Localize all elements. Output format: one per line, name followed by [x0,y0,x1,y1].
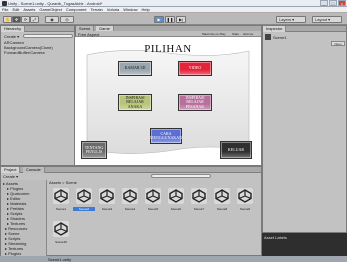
scene-asset-item[interactable]: Scene7 [188,188,210,214]
menu-item-component[interactable]: Component [64,7,89,12]
breadcrumb: Assets > Scene [49,180,77,185]
rotate-tool-button[interactable]: ⟳ [21,16,30,23]
unity-scene-icon [53,188,69,204]
layers-dropdown[interactable]: Layers ▾ [276,16,306,23]
menu-item-help[interactable]: Help [140,7,152,12]
menu-title: PILIHAN [144,43,192,55]
maximize-button[interactable]: □ [329,0,337,6]
unity-logo-icon [2,1,7,6]
play-icon: ▶ [157,17,161,22]
menu-item-vuforia[interactable]: Vuforia [105,7,122,12]
pivot-toggle-button[interactable]: ◉ [45,16,59,23]
asset-label: Scene3 [101,207,113,211]
asset-labels-panel: Asset Labels [262,233,347,256]
tab-console[interactable]: Console [23,167,45,173]
layout-dropdown[interactable]: Layout ▾ [312,16,342,23]
scene-asset-item[interactable]: Scene9 [234,188,256,214]
menu-item-window[interactable]: Window [121,7,139,12]
title-bar: Unity - Scene1.unity - Quranik_TugasAkhi… [0,0,347,7]
scene-asset-item[interactable]: Scene6 [165,188,187,214]
inspector-object-name: Scene1 [273,35,287,40]
unity-scene-icon [214,188,230,204]
inspector-open-button[interactable]: Open [331,41,345,46]
asset-label: Scene5 [147,207,159,211]
unity-scene-icon [237,188,253,204]
project-folder-tree: ▸ Assets ▸ Plugins ▸ Qualcomm ▸ Editor ▸ Mat… [1,180,47,257]
hierarchy-item[interactable]: ForwardBuffer/Camera [4,50,45,55]
tab-inspector[interactable]: Inspector [263,26,287,32]
play-button[interactable]: ▶ [154,16,164,23]
asset-label: Scene4 [124,207,136,211]
inspector-panel: Inspector Scene1 Open [262,25,347,233]
scene-asset-item[interactable]: Scene4 [119,188,141,214]
tentang-penulis-button[interactable]: TENTANG PENULIS [81,141,107,159]
status-text: Scene1.unity [48,257,72,262]
pause-button[interactable]: ❚❚ [165,16,175,23]
project-create-button[interactable]: Create ▾ [3,174,18,179]
menu-item-file[interactable]: File [0,7,10,12]
hierarchy-create-button[interactable]: Create ▾ [4,34,19,39]
unity-scene-icon [168,188,184,204]
unity-scene-icon [145,188,161,204]
unity-scene-icon [191,188,207,204]
menu-item-gameobject[interactable]: GameObject [37,7,63,12]
kamar-3d-button[interactable]: KAMAR 3D [118,61,152,76]
status-bar: Scene1.unity [0,256,347,262]
minimize-button[interactable]: _ [320,0,328,6]
asset-label: Scene6 [170,207,182,211]
hierarchy-search-input[interactable] [23,34,73,38]
game-view-canvas: PILIHAN KAMAR 3D VIDEO INSPIRASI BELAJAR… [75,37,261,165]
scene-asset-item[interactable]: Scene3 [96,188,118,214]
scene-asset-item[interactable]: Scene10 [50,221,72,247]
menu-item-assets[interactable]: Assets [21,7,37,12]
scene-asset-item[interactable]: Scene8 [211,188,233,214]
asset-label: Scene10 [55,240,67,244]
scene-asset-item[interactable]: Scene1 [50,188,72,214]
unity-scene-icon [76,188,92,204]
gizmos-toggle[interactable]: Gizmos [243,32,253,36]
hand-tool-button[interactable]: ✋ [3,16,12,23]
scale-tool-button[interactable]: ⤢ [30,16,39,23]
menu-item-edit[interactable]: Edit [10,7,21,12]
scene-asset-icon [265,34,271,40]
project-search-input[interactable] [151,174,211,178]
asset-label: Scene1 [55,207,67,211]
unity-scene-icon [99,188,115,204]
toolbar: ✋ ✥ ⟳ ⤢ ◉ ◎ ▶ ❚❚ ▶| Layers ▾ Layout ▾ [0,13,347,25]
scene-asset-item[interactable]: Scene2 [73,188,95,214]
asset-label: Scene9 [239,207,251,211]
move-tool-button[interactable]: ✥ [12,16,21,23]
menu-item-terrain[interactable]: Terrain [89,7,105,12]
maximize-on-play-toggle[interactable]: Maximize on Play [202,32,226,36]
global-toggle-button[interactable]: ◎ [60,16,74,23]
tab-project[interactable]: Project [1,167,21,173]
stats-toggle[interactable]: Stats [232,32,239,36]
cara-menggunakan-button[interactable]: CARA MENGGUNAKAN [150,128,182,144]
step-button[interactable]: ▶| [176,16,186,23]
asset-label: Scene8 [216,207,228,211]
hierarchy-panel: Hierarchy Create ▾ ARCamera BackgroundCa… [0,25,75,166]
asset-label: Scene2 [73,207,95,211]
asset-label: Scene7 [193,207,205,211]
scene-asset-item[interactable]: Scene5 [142,188,164,214]
close-button[interactable]: × [338,0,346,6]
video-button[interactable]: VIDEO [178,61,212,76]
tab-hierarchy[interactable]: Hierarchy [1,26,26,32]
window-title: Unity - Scene1.unity - Quranik_TugasAkhi… [8,1,103,6]
inspirasi-anaka-button[interactable]: INSPIRASI BELAJAR ANAKA [118,94,152,111]
inspirasi-pesanak-button[interactable]: INSPIRASI BELAJAR PESANAK [178,94,212,111]
pause-icon: ❚❚ [166,17,174,22]
step-icon: ▶| [178,17,184,22]
unity-scene-icon [122,188,138,204]
asset-labels-title: Asset Labels [264,235,287,240]
unity-scene-icon [53,221,69,237]
keluar-button[interactable]: KELUAR [220,141,252,159]
